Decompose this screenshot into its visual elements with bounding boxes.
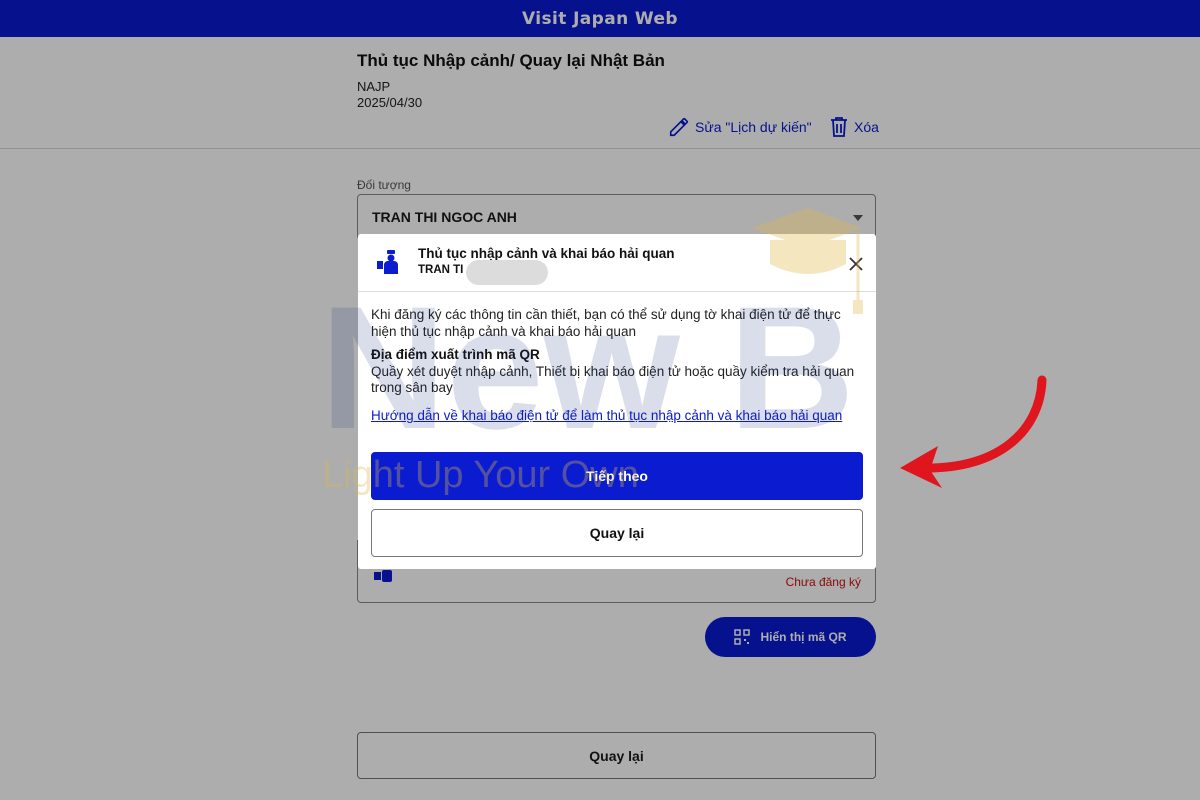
modal-description: Khi đăng ký các thông tin cần thiết, bạn…	[371, 307, 841, 339]
arrow-icon	[900, 375, 1047, 488]
close-icon[interactable]	[846, 254, 866, 274]
procedure-modal: Thủ tục nhập cảnh và khai báo hải quan T…	[358, 234, 876, 569]
modal-back-button[interactable]: Quay lại	[371, 509, 863, 557]
qr-location-text: Quầy xét duyệt nhập cảnh, Thiết bị khai …	[371, 364, 855, 395]
next-button-label: Tiếp theo	[586, 468, 648, 484]
qr-location-heading: Địa điểm xuất trình mã QR	[371, 347, 540, 362]
redacted-name	[466, 260, 548, 285]
modal-subtitle: TRAN TI	[418, 264, 464, 276]
guide-link[interactable]: Hướng dẫn về khai báo điện tử để làm thủ…	[371, 408, 842, 423]
modal-back-label: Quay lại	[589, 525, 645, 541]
modal-title: Thủ tục nhập cảnh và khai báo hải quan	[418, 246, 675, 261]
officer-icon	[377, 250, 398, 274]
next-button[interactable]: Tiếp theo	[371, 452, 863, 500]
modal-header: Thủ tục nhập cảnh và khai báo hải quan T…	[358, 234, 876, 292]
